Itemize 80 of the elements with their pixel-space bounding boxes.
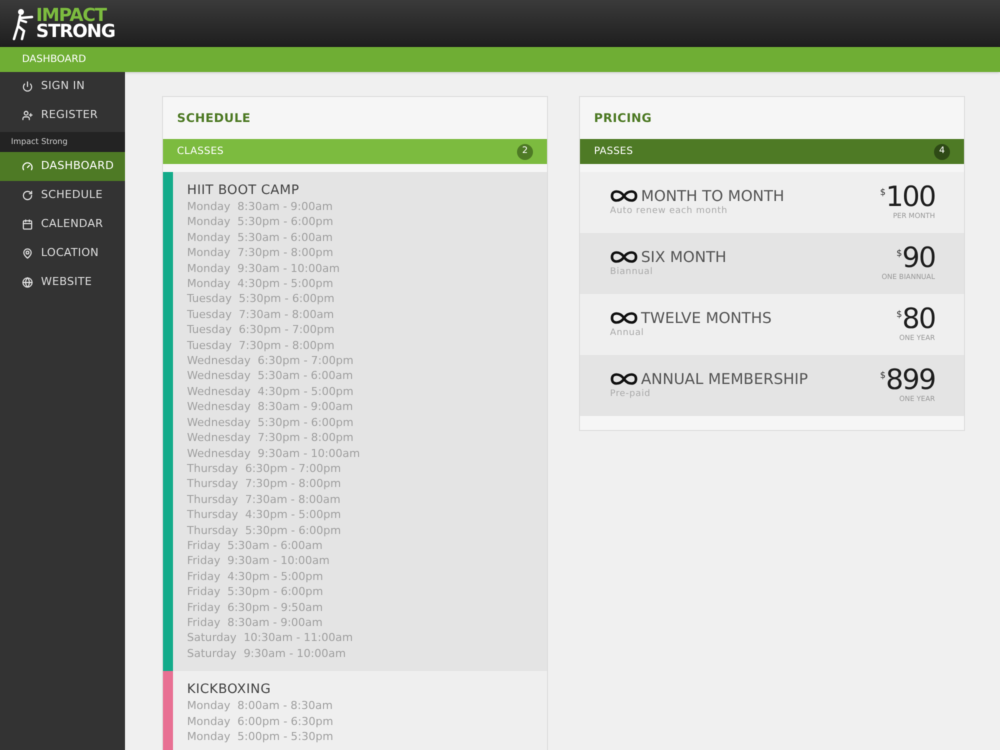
class-time: Thursday 6:30pm - 7:00pm <box>187 460 342 476</box>
class-time: Tuesday 7:30am - 8:00am <box>187 306 336 322</box>
infinity-icon <box>610 188 638 203</box>
currency-symbol: $ <box>880 370 886 384</box>
class-time: Saturday 9:30am - 10:00am <box>187 646 347 662</box>
sidebar-item[interactable]: SIGN IN <box>0 72 125 101</box>
runner-drawing <box>12 6 34 40</box>
map-pin-icon <box>22 248 33 259</box>
class-time: Thursday 5:30pm - 6:00pm <box>187 522 342 538</box>
currency-symbol: $ <box>896 309 902 322</box>
logo-text: STRONG <box>36 24 115 40</box>
infinity-icon <box>610 250 638 264</box>
class-time: Tuesday 7:30pm - 8:00pm <box>187 338 336 354</box>
class-time: Thursday 7:30pm - 8:00pm <box>187 476 342 492</box>
gauge-icon <box>22 161 33 172</box>
class-time: Friday 5:30am - 6:00am <box>187 538 324 554</box>
currency-symbol: $ <box>880 187 886 200</box>
class-time: Thursday 7:30am - 8:00am <box>187 492 342 508</box>
class-time: Wednesday 4:30pm - 5:00pm <box>187 384 354 400</box>
class-time: Monday 5:00pm - 5:30pm <box>187 729 334 744</box>
count-badge: 2 <box>517 144 533 160</box>
class-time: Tuesday 5:30pm - 6:00pm <box>187 291 336 307</box>
class-time: Monday 4:30pm - 5:00pm <box>187 276 334 292</box>
class-time: Friday 4:30pm - 5:00pm <box>187 568 324 584</box>
infinity-icon <box>610 372 638 386</box>
class-time: Wednesday 8:30am - 9:00am <box>187 399 354 415</box>
class-time: Wednesday 6:30pm - 7:00pm <box>187 353 354 368</box>
pass-price: 100 <box>886 183 935 212</box>
sidebar-item[interactable]: WEBSITE <box>0 268 125 297</box>
page-title: DASHBOARD <box>22 53 86 67</box>
pass-price: 90 <box>902 244 935 272</box>
class-time: Monday 9:30am - 10:00am <box>187 260 341 276</box>
section-label: CLASSES <box>177 145 224 159</box>
section-heading: Impact Strong <box>11 136 68 148</box>
logo-text: IMPACT <box>36 8 107 24</box>
user-plus-icon <box>22 110 33 121</box>
class-name: KICKBOXING <box>187 682 272 698</box>
card-title: SCHEDULE <box>177 110 251 127</box>
pass-price: 899 <box>886 366 935 394</box>
class-time: Monday 5:30am - 6:00am <box>187 230 334 246</box>
class-name: HIIT BOOT CAMP <box>187 183 300 199</box>
class-time: Friday 9:30am - 10:00am <box>187 553 331 569</box>
pass-price: 80 <box>902 305 935 334</box>
pass-subtitle: Biannual <box>610 266 654 279</box>
class-time: Monday 8:00am - 8:30am <box>187 698 334 714</box>
pass-name: MONTH TO MONTH <box>641 186 784 205</box>
class-time: Friday 8:30am - 9:00am <box>187 614 324 630</box>
sidebar-item[interactable]: SCHEDULE <box>0 181 125 210</box>
pass-subtitle: Annual <box>610 326 645 340</box>
sidebar-item[interactable]: REGISTER <box>0 101 125 130</box>
class-time: Friday 6:30pm - 9:50am <box>187 600 324 615</box>
card-title: PRICING <box>594 110 652 127</box>
infinity-icon <box>610 310 638 325</box>
section-label: PASSES <box>594 145 634 159</box>
class-time: Friday 5:30pm - 6:00pm <box>187 584 324 600</box>
class-time: Wednesday 5:30am - 6:00am <box>187 368 354 384</box>
pass-subtitle: Pre-paid <box>610 388 652 401</box>
class-time: Monday 7:30pm - 8:00pm <box>187 245 334 261</box>
sidebar-item[interactable]: DASHBOARD <box>0 152 125 181</box>
class-time: Wednesday 7:30pm - 8:00pm <box>187 430 354 446</box>
class-time: Monday 5:30pm - 6:00pm <box>187 214 334 230</box>
class-time: Wednesday 5:30pm - 6:00pm <box>187 414 354 430</box>
sidebar-item[interactable]: LOCATION <box>0 239 125 268</box>
calendar-icon <box>22 219 33 230</box>
pass-name: SIX MONTH <box>641 248 726 266</box>
power-icon <box>22 81 33 92</box>
sidebar-item[interactable]: CALENDAR <box>0 210 125 239</box>
class-time: Saturday 10:30am - 11:00am <box>187 630 354 646</box>
class-time: Tuesday 6:30pm - 7:00pm <box>187 322 336 338</box>
currency-symbol: $ <box>896 248 902 262</box>
class-time: Monday 8:30am - 9:00am <box>187 199 334 214</box>
pass-name: ANNUAL MEMBERSHIP <box>641 370 808 388</box>
refresh-icon <box>22 190 33 201</box>
pass-subtitle: Auto renew each month <box>610 204 728 218</box>
pass-name: TWELVE MONTHS <box>641 308 772 327</box>
class-time: Thursday 4:30pm - 5:00pm <box>187 507 342 523</box>
class-time: Wednesday 9:30am - 10:00am <box>187 446 360 461</box>
count-badge: 4 <box>934 144 950 160</box>
class-time: Monday 6:00pm - 6:30pm <box>187 714 334 729</box>
globe-icon <box>22 277 33 288</box>
